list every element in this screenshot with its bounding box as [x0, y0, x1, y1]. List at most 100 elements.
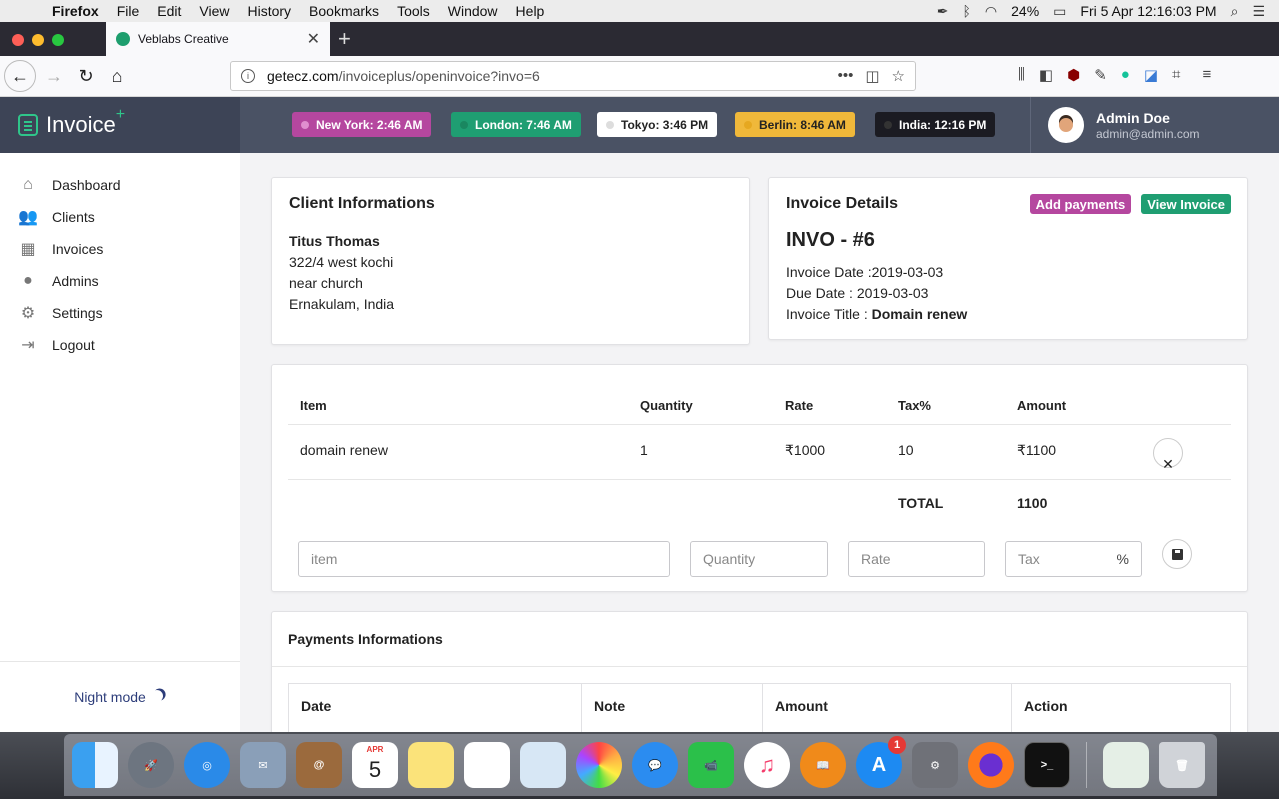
browser-tab-active[interactable]: Veblabs Creative ✕ [106, 22, 330, 56]
sidebar-item-settings[interactable]: ⚙ Settings [0, 297, 240, 329]
invoice-title-line: Invoice Title : Domain renew [786, 304, 1230, 325]
calendar-month: APR [366, 745, 384, 754]
firefox-icon[interactable] [968, 742, 1014, 788]
brand-name: Invoice [46, 112, 116, 137]
clock-dot-icon [884, 120, 892, 129]
clock-dot-icon [460, 120, 468, 129]
clock-dot-icon [744, 120, 752, 129]
app-store-icon[interactable]: A1 [856, 736, 906, 788]
maps-icon[interactable] [520, 742, 566, 788]
desktop-background: 🚀 ◎ ✉ @ APR 5 💬 📹 ♫ 📖 A1 ⚙ >_ 🗑 [0, 732, 1279, 799]
contacts-icon[interactable]: @ [296, 742, 342, 788]
save-item-button[interactable] [1162, 539, 1192, 569]
tax-input[interactable]: Tax% [1005, 541, 1142, 577]
reminders-icon[interactable] [464, 742, 510, 788]
col-quantity: Quantity [640, 398, 693, 413]
total-label: TOTAL [898, 495, 944, 511]
messages-icon[interactable]: 💬 [632, 742, 678, 788]
add-payments-button[interactable]: Add payments [1029, 194, 1132, 214]
user-profile[interactable]: Admin Doe admin@admin.com [1030, 97, 1279, 153]
quantity-input[interactable]: Quantity [690, 541, 828, 577]
facetime-icon[interactable]: 📹 [688, 742, 734, 788]
item-input[interactable]: item [298, 541, 670, 577]
back-arrow-icon[interactable]: ← [4, 60, 36, 92]
clock-label: New York: 2:46 AM [316, 117, 423, 132]
user-name: Admin Doe [1096, 109, 1170, 126]
menu-app-firefox[interactable]: Firefox [52, 3, 99, 19]
avatar[interactable] [1048, 107, 1084, 143]
zoom-window-button[interactable] [52, 34, 64, 46]
calendar-icon[interactable]: APR 5 [352, 742, 398, 788]
library-icon[interactable]: ⫼ [1018, 66, 1025, 84]
terminal-icon[interactable]: >_ [1024, 742, 1070, 788]
menu-bookmarks[interactable]: Bookmarks [309, 3, 379, 19]
rate-input[interactable]: Rate [848, 541, 985, 577]
forward-arrow-icon[interactable]: → [40, 62, 68, 90]
sidebar-item-logout[interactable]: ⇥ Logout [0, 329, 240, 361]
photos-icon[interactable] [576, 742, 622, 788]
menu-window[interactable]: Window [448, 3, 498, 19]
system-preferences-icon[interactable]: ⚙ [912, 742, 958, 788]
menu-view[interactable]: View [199, 3, 229, 19]
client-address-line: 322/4 west kochi [289, 254, 394, 270]
notification-center-icon[interactable]: ☰ [1252, 3, 1265, 20]
feather-icon[interactable]: ✒ [937, 3, 949, 20]
bluetooth-icon[interactable]: ᛒ [963, 3, 971, 19]
sidebar-item-invoices[interactable]: ▦ Invoices [0, 233, 240, 265]
launchpad-icon[interactable]: 🚀 [128, 742, 174, 788]
bookmark-star-icon[interactable]: ☆ [892, 67, 905, 85]
calculator-icon: ▦ [20, 241, 36, 258]
wifi-icon[interactable]: ◠ [985, 3, 997, 20]
downloads-folder-icon[interactable] [1103, 742, 1149, 788]
client-address-line: near church [289, 275, 363, 291]
reload-icon[interactable]: ↻ [72, 62, 100, 90]
sidebar-item-admins[interactable]: ● Admins [0, 265, 240, 297]
finder-icon[interactable] [72, 742, 118, 788]
minimize-window-button[interactable] [32, 34, 44, 46]
table-row: domain renew 1 ₹1000 10 ₹1100 ✕ [288, 425, 1231, 480]
view-invoice-button[interactable]: View Invoice [1141, 194, 1231, 214]
screenshot-icon[interactable]: ⌗ [1172, 66, 1180, 84]
close-tab-icon[interactable]: ✕ [307, 29, 320, 49]
ublock-icon[interactable]: ⬢ [1067, 66, 1080, 84]
mail-eagle-icon[interactable]: ✉ [240, 742, 286, 788]
itunes-icon[interactable]: ♫ [744, 742, 790, 788]
sidebar-item-label: Dashboard [52, 177, 121, 193]
sidebar-item-clients[interactable]: 👥 Clients [0, 201, 240, 233]
browser-navbar: ← → ↻ ⌂ i getecz.com/invoiceplus/openinv… [0, 56, 1279, 97]
grammarly-icon[interactable]: ● [1121, 66, 1130, 84]
new-tab-plus-icon[interactable]: + [338, 26, 351, 52]
tab-title: Veblabs Creative [138, 32, 229, 46]
brand-logo[interactable]: Invoice + [0, 97, 240, 153]
menu-file[interactable]: File [117, 3, 140, 19]
sidebar-item-dashboard[interactable]: ⌂ Dashboard [0, 169, 240, 201]
pocket-icon[interactable]: ◫ [865, 67, 879, 85]
page-actions-icon[interactable]: ••• [838, 67, 854, 85]
delete-item-button[interactable]: ✕ [1153, 438, 1183, 472]
menu-history[interactable]: History [247, 3, 291, 19]
menu-edit[interactable]: Edit [157, 3, 181, 19]
browser-tabbar: Veblabs Creative ✕ + [0, 22, 1279, 56]
trash-icon[interactable]: 🗑 [1159, 742, 1205, 788]
menubar-clock[interactable]: Fri 5 Apr 12:16:03 PM [1080, 3, 1216, 19]
site-info-icon[interactable]: i [241, 69, 255, 83]
ibooks-icon[interactable]: 📖 [800, 742, 846, 788]
eyedropper-icon[interactable]: ✎ [1094, 66, 1107, 84]
close-window-button[interactable] [12, 34, 24, 46]
payments-card: Payments Informations Date Note Amount A… [271, 611, 1248, 732]
macos-dock: 🚀 ◎ ✉ @ APR 5 💬 📹 ♫ 📖 A1 ⚙ >_ 🗑 [64, 734, 1217, 796]
sidebar-toggle-icon[interactable]: ◧ [1039, 66, 1053, 84]
url-bar[interactable]: i getecz.com/invoiceplus/openinvoice?inv… [230, 61, 916, 91]
safari-icon[interactable]: ◎ [184, 742, 230, 788]
home-icon[interactable]: ⌂ [103, 62, 131, 90]
notes-icon[interactable] [408, 742, 454, 788]
items-table-header: Item Quantity Rate Tax% Amount [288, 387, 1231, 425]
hamburger-menu-icon[interactable]: ≡ [1202, 66, 1211, 84]
menu-help[interactable]: Help [516, 3, 545, 19]
night-mode-toggle[interactable]: Night mode [0, 661, 240, 705]
menu-tools[interactable]: Tools [397, 3, 430, 19]
battery-icon[interactable]: ▭ [1053, 3, 1066, 20]
spotlight-search-icon[interactable]: ⌕ [1231, 3, 1239, 20]
battery-percent[interactable]: 24% [1011, 3, 1039, 19]
extension-icon[interactable]: ◪ [1144, 66, 1158, 84]
